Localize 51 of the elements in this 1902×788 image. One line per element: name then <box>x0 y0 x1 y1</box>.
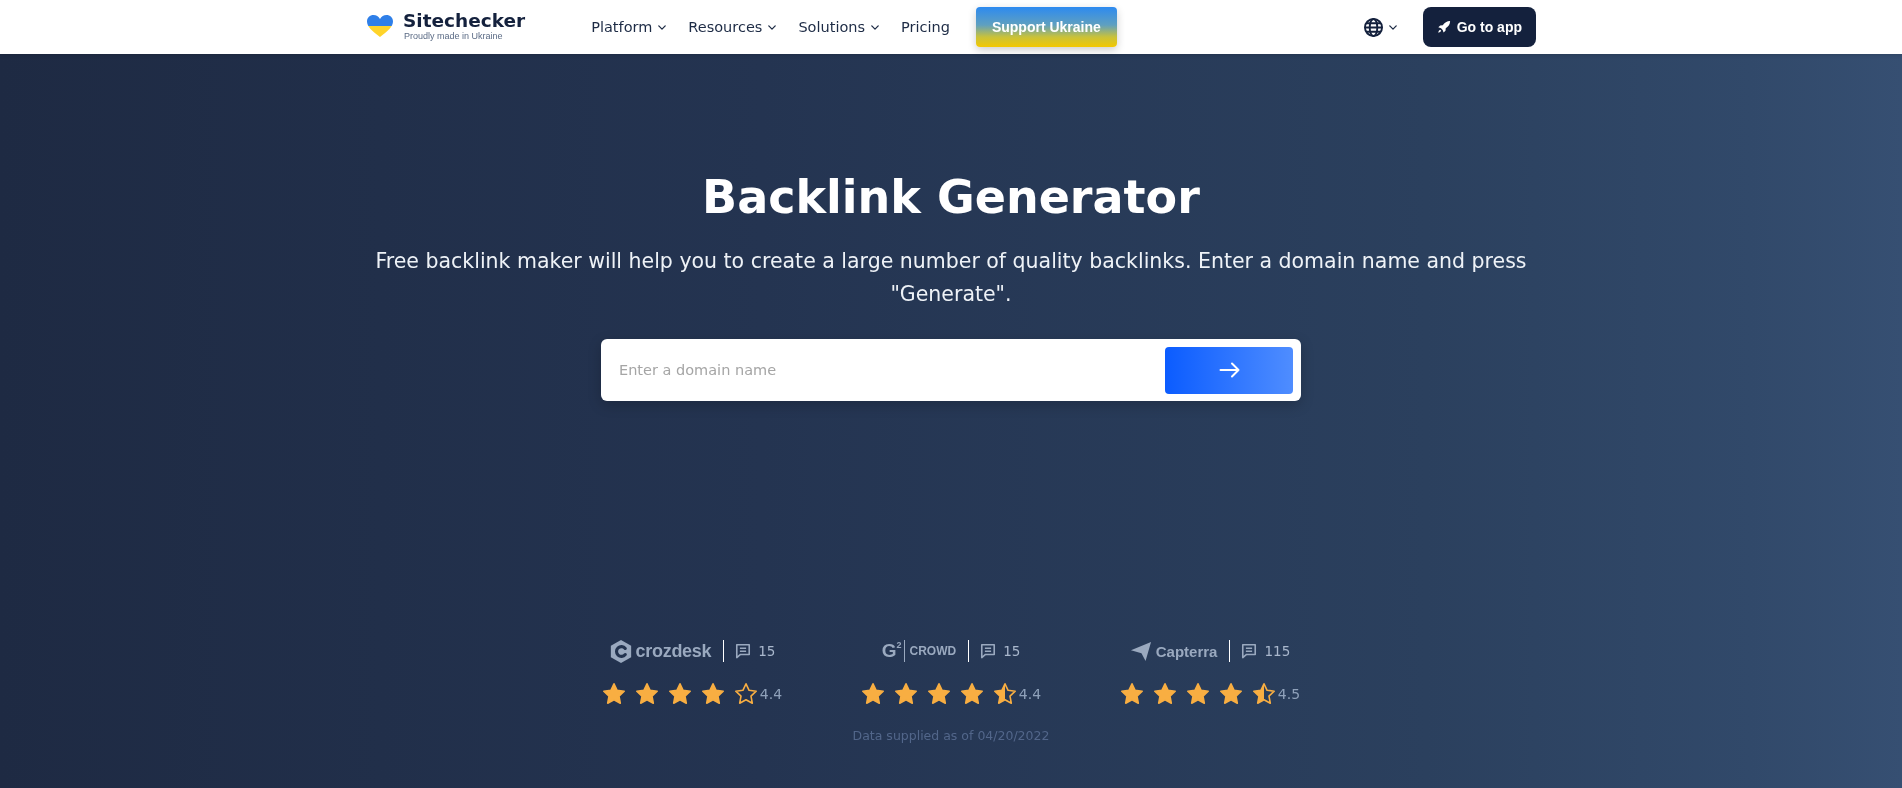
star-icon <box>992 682 1017 705</box>
review-site-name: Capterra <box>1155 642 1218 660</box>
rating-score: 4.4 <box>759 685 783 702</box>
star-icon <box>700 682 725 705</box>
generate-button[interactable] <box>1165 346 1293 394</box>
language-button[interactable] <box>1363 17 1397 37</box>
heart-logo-icon <box>366 14 394 38</box>
globe-icon <box>1363 17 1383 37</box>
arrow-right-icon <box>1218 362 1240 378</box>
rating-score: 4.5 <box>1277 685 1301 702</box>
paper-plane-icon <box>1129 640 1152 662</box>
go-to-app-button[interactable]: Go to app <box>1422 7 1536 47</box>
nav-link[interactable]: Solutions <box>798 19 880 35</box>
star-icon <box>634 682 659 705</box>
star-icon <box>1251 682 1276 705</box>
review-site-name: crozdesk <box>635 640 712 662</box>
review-count: 15 <box>758 643 776 659</box>
caret-icon <box>871 24 880 30</box>
hexagon-logo-icon <box>608 638 633 664</box>
star-icon <box>601 682 626 705</box>
star-icon <box>1218 682 1243 705</box>
star-icon <box>893 682 918 705</box>
review-count: 115 <box>1264 643 1291 659</box>
star-icon <box>1119 682 1144 705</box>
star-icon <box>959 682 984 705</box>
star-icon <box>667 682 692 705</box>
star-icon <box>926 682 951 705</box>
comment-icon <box>980 643 997 659</box>
nav-link[interactable]: Pricing <box>901 19 950 35</box>
caret-icon <box>1388 24 1397 30</box>
star-icon <box>1152 682 1177 705</box>
caret-icon <box>768 24 777 30</box>
star-icon <box>860 682 885 705</box>
caret-icon <box>658 24 667 30</box>
review-site-name: CROWD <box>909 644 957 658</box>
page-title: Backlink Generator <box>702 169 1200 225</box>
review-count: 15 <box>1003 643 1021 659</box>
comment-icon <box>735 643 752 659</box>
star-icon <box>733 682 758 705</box>
star-icon <box>1185 682 1210 705</box>
search-field[interactable]: Enter a domain name <box>601 339 1301 401</box>
brand-name: Sitechecker <box>403 11 526 31</box>
review-site-mark: G$^{2}$ <box>881 640 906 662</box>
page-subtitle: Free backlink maker will help you to create a large number of quality backlinks. Enter a domain name and press "Generate". <box>374 248 1528 308</box>
brand-tagline: Proudly made in Ukraine <box>403 31 504 41</box>
domain-input[interactable]: Enter a domain name <box>601 346 1165 394</box>
nav-link[interactable]: Resources <box>688 19 777 35</box>
rocket-icon <box>1436 20 1451 34</box>
comment-icon <box>1241 643 1258 659</box>
rating-score: 4.4 <box>1018 685 1042 702</box>
nav-link[interactable]: Platform <box>591 19 667 35</box>
